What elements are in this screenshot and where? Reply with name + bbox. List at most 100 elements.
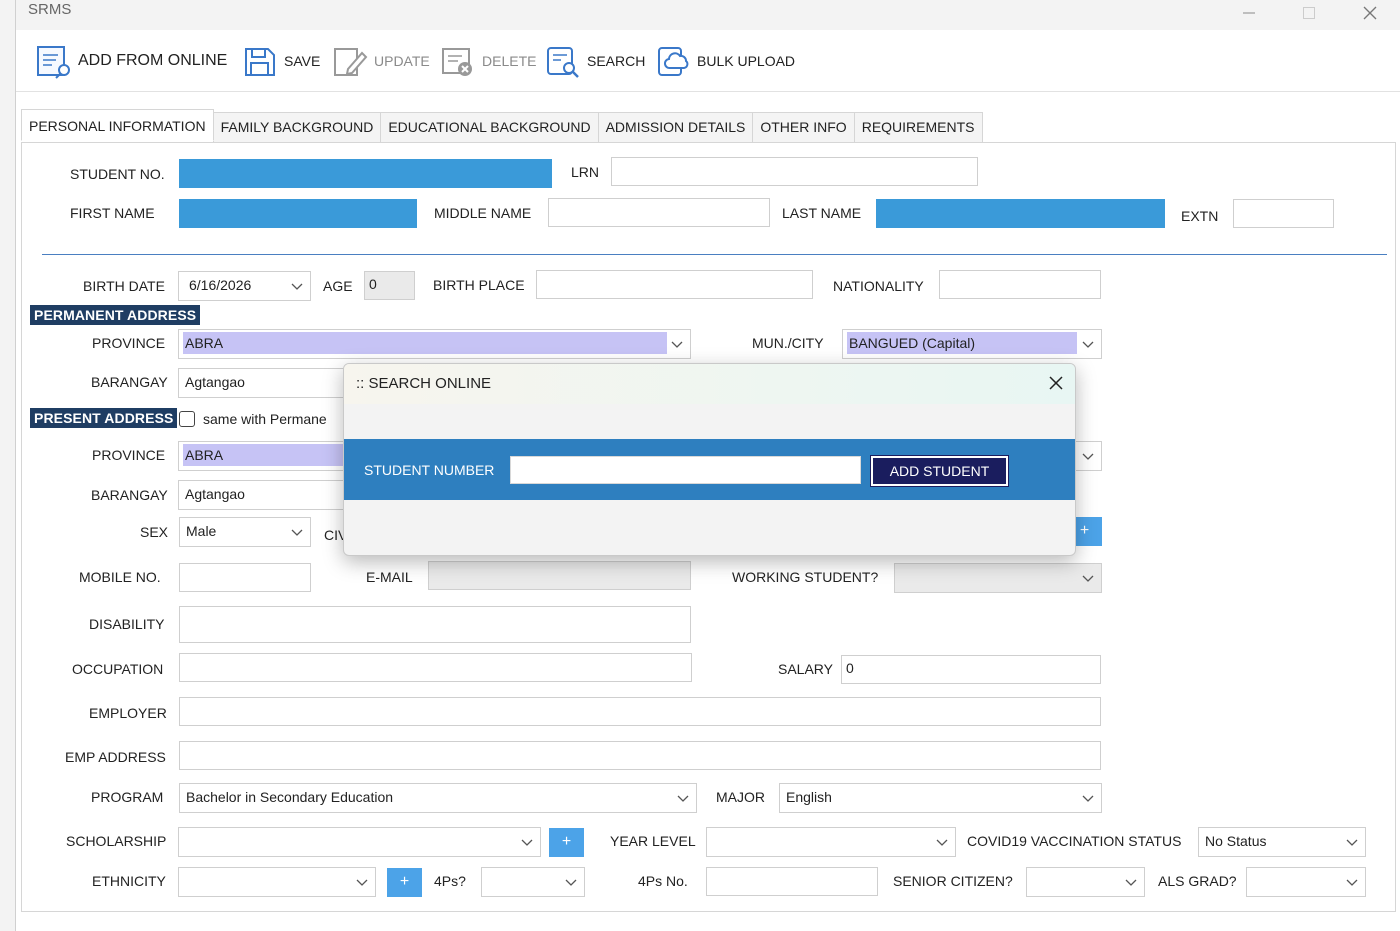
fourps-label: 4Ps? xyxy=(434,873,466,889)
fourps-no-field[interactable] xyxy=(706,867,878,896)
maximize-button[interactable] xyxy=(1286,0,1332,26)
program-label: PROGRAM xyxy=(91,789,164,805)
delete-button[interactable]: DELETE xyxy=(440,42,536,80)
emp-address-field[interactable] xyxy=(179,741,1101,770)
add-student-button[interactable]: ADD STUDENT xyxy=(870,455,1009,487)
bulk-upload-label: BULK UPLOAD xyxy=(697,53,796,69)
student-no-field[interactable] xyxy=(179,159,552,188)
disability-field[interactable] xyxy=(179,606,691,643)
add-from-online-button[interactable]: ADD FROM ONLINE xyxy=(36,42,227,80)
delete-icon xyxy=(440,43,476,79)
senior-citizen-label: SENIOR CITIZEN? xyxy=(893,873,1013,889)
toolbar: ADD FROM ONLINE SAVE UPDATE DELETE SEARC… xyxy=(16,30,1400,92)
save-icon xyxy=(242,43,278,79)
nationality-label: NATIONALITY xyxy=(833,278,924,294)
birth-date-value: 6/16/2026 xyxy=(189,277,252,293)
tab-family-background[interactable]: FAMILY BACKGROUND xyxy=(212,112,382,142)
senior-citizen-select[interactable] xyxy=(1026,867,1145,897)
last-name-field[interactable] xyxy=(876,199,1165,228)
first-name-field[interactable] xyxy=(179,199,417,228)
mobile-field[interactable] xyxy=(179,563,311,592)
dialog-close-button[interactable] xyxy=(1045,372,1067,394)
update-label: UPDATE xyxy=(374,53,430,69)
als-grad-select[interactable] xyxy=(1246,867,1366,897)
sex-label: SEX xyxy=(140,524,169,540)
chevron-down-icon xyxy=(1346,839,1358,846)
covid-vaccination-value: No Status xyxy=(1205,833,1267,849)
pres-province-label: PROVINCE xyxy=(92,447,166,463)
ethnicity-select[interactable] xyxy=(178,867,376,897)
perm-barangay-select[interactable]: Agtangao xyxy=(178,368,358,398)
perm-barangay-label: BARANGAY xyxy=(91,374,168,390)
year-level-select[interactable] xyxy=(706,827,956,857)
scholarship-label: SCHOLARSHIP xyxy=(66,833,167,849)
perm-province-select[interactable]: ABRA xyxy=(178,329,691,359)
permanent-address-header: PERMANENT ADDRESS xyxy=(30,305,201,325)
same-address-checkbox[interactable] xyxy=(179,411,195,427)
chevron-down-icon xyxy=(1125,879,1137,886)
search-button[interactable]: SEARCH xyxy=(545,42,645,80)
save-label: SAVE xyxy=(284,53,321,69)
chevron-down-icon xyxy=(356,879,368,886)
save-button[interactable]: SAVE xyxy=(242,42,320,80)
search-icon xyxy=(545,43,581,79)
dialog-title: :: SEARCH ONLINE xyxy=(356,375,492,392)
email-field[interactable] xyxy=(428,561,691,590)
middle-name-field[interactable] xyxy=(548,198,770,227)
tab-requirements[interactable]: REQUIREMENTS xyxy=(853,112,983,142)
fourps-select[interactable] xyxy=(481,867,585,897)
occupation-label: OCCUPATION xyxy=(72,661,164,677)
sex-value: Male xyxy=(186,523,217,539)
working-student-select[interactable] xyxy=(894,563,1102,593)
major-select[interactable]: English xyxy=(779,783,1102,813)
minimize-button[interactable] xyxy=(1226,0,1272,26)
chevron-down-icon xyxy=(291,529,303,536)
covid-vaccination-select[interactable]: No Status xyxy=(1198,827,1366,857)
add-ethnicity-button[interactable]: + xyxy=(387,868,422,897)
major-label: MAJOR xyxy=(716,789,765,805)
chevron-down-icon xyxy=(565,879,577,886)
present-address-header: PRESENT ADDRESS xyxy=(30,408,178,428)
occupation-field[interactable] xyxy=(179,653,692,682)
update-button[interactable]: UPDATE xyxy=(332,42,430,80)
extn-field[interactable] xyxy=(1233,199,1334,228)
close-icon xyxy=(1363,6,1377,20)
scholarship-select[interactable] xyxy=(178,827,541,857)
section-divider xyxy=(42,254,1387,255)
student-number-input[interactable] xyxy=(510,456,861,484)
birth-place-field[interactable] xyxy=(536,270,813,299)
chevron-down-icon xyxy=(1082,453,1094,460)
sex-select[interactable]: Male xyxy=(179,517,311,547)
pres-province-select[interactable]: ABRA xyxy=(178,441,358,471)
mobile-label: MOBILE NO. xyxy=(79,569,161,585)
year-level-label: YEAR LEVEL xyxy=(610,833,696,849)
lrn-field[interactable] xyxy=(611,157,978,186)
pres-city-select[interactable] xyxy=(1072,441,1102,471)
salary-field[interactable]: 0 xyxy=(841,655,1101,684)
perm-city-select[interactable]: BANGUED (Capital) xyxy=(842,329,1102,359)
close-window-button[interactable] xyxy=(1347,0,1393,26)
tab-personal-information[interactable]: PERSONAL INFORMATION xyxy=(21,109,214,141)
same-address-label: same with Permane xyxy=(203,411,327,427)
chevron-down-icon xyxy=(1346,879,1358,886)
disability-label: DISABILITY xyxy=(89,616,165,632)
extn-label: EXTN xyxy=(1181,208,1219,224)
employer-field[interactable] xyxy=(179,697,1101,726)
tab-other-info[interactable]: OTHER INFO xyxy=(752,112,855,142)
update-icon xyxy=(332,43,368,79)
tab-bar: PERSONAL INFORMATION FAMILY BACKGROUND E… xyxy=(21,109,983,142)
pres-barangay-value: Agtangao xyxy=(185,486,245,502)
birth-date-picker[interactable]: 6/16/2026 xyxy=(178,271,311,301)
bulk-upload-button[interactable]: BULK UPLOAD xyxy=(655,42,795,80)
add-online-icon xyxy=(36,43,72,79)
chevron-down-icon xyxy=(291,283,303,290)
nationality-field[interactable] xyxy=(939,270,1101,299)
tab-educational-background[interactable]: EDUCATIONAL BACKGROUND xyxy=(380,112,599,142)
emp-address-label: EMP ADDRESS xyxy=(65,749,166,765)
pres-barangay-select[interactable]: Agtangao xyxy=(178,480,358,510)
program-select[interactable]: Bachelor in Secondary Education xyxy=(179,783,697,813)
tab-admission-details[interactable]: ADMISSION DETAILS xyxy=(597,112,754,142)
chevron-down-icon xyxy=(936,839,948,846)
add-scholarship-button[interactable]: + xyxy=(549,828,584,857)
als-grad-label: ALS GRAD? xyxy=(1158,873,1237,889)
